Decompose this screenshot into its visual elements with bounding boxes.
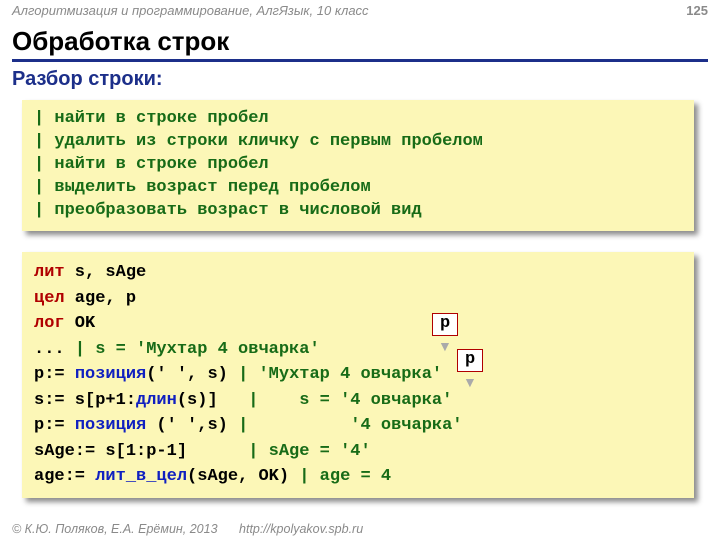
code: age, p (65, 289, 136, 308)
comment: | age = 4 (299, 467, 391, 486)
code: sAge:= s[1:p-1] (34, 442, 248, 461)
kw: лит (34, 263, 65, 282)
arrow-down-icon: ▼ (438, 338, 452, 354)
code: OK (65, 314, 96, 333)
comment: | 'Мухтар 4 овчарка' (238, 365, 442, 384)
comment-line: | найти в строке пробел (34, 154, 682, 177)
comment: | s = '4 овчарка' (248, 391, 452, 410)
code: s:= s[p+1: (34, 391, 136, 410)
comment: | '4 овчарка' (238, 416, 462, 435)
kw: цел (34, 289, 65, 308)
footer-url: http://kpolyakov.spb.ru (239, 522, 363, 536)
code: (s)] (177, 391, 248, 410)
kw: лит_в_цел (95, 467, 187, 486)
kw: позиция (75, 416, 146, 435)
title-area: Обработка строк Разбор строки: (12, 26, 708, 91)
code: (' ', s) (146, 365, 238, 384)
arrow-down-icon: ▼ (463, 374, 477, 390)
page-number: 125 (686, 3, 708, 24)
copyright: © К.Ю. Поляков, Е.А. Ерёмин, 2013 (12, 522, 218, 536)
comment-line: | найти в строке пробел (34, 108, 682, 131)
comment-line: | удалить из строки кличку с первым проб… (34, 131, 682, 154)
code-block: лит s, sAge цел age, p лог OK ... | s = … (22, 252, 694, 498)
comment-line: | выделить возраст перед пробелом (34, 177, 682, 200)
page-title: Обработка строк (12, 26, 708, 62)
marker-p-1: p (432, 313, 458, 336)
kw: лог (34, 314, 65, 333)
comment: | sAge = '4' (248, 442, 370, 461)
marker-p-2: p (457, 349, 483, 372)
kw: длин (136, 391, 177, 410)
code: age:= (34, 467, 95, 486)
code: (' ',s) (146, 416, 238, 435)
code: s, sAge (65, 263, 147, 282)
code: p:= (34, 365, 75, 384)
course-label: Алгоритмизация и программирование, АлгЯз… (12, 3, 369, 24)
footer: © К.Ю. Поляков, Е.А. Ерёмин, 2013 http:/… (12, 522, 708, 536)
comment-block: | найти в строке пробел | удалить из стр… (22, 100, 694, 231)
comment-line: | преобразовать возраст в числовой вид (34, 200, 682, 223)
header: Алгоритмизация и программирование, АлгЯз… (0, 0, 720, 24)
code: (sAge, OK) (187, 467, 299, 486)
code: ... (34, 340, 75, 359)
subtitle: Разбор строки: (12, 68, 708, 91)
code: p:= (34, 416, 75, 435)
kw: позиция (75, 365, 146, 384)
comment: | s = 'Мухтар 4 овчарка' (75, 340, 320, 359)
